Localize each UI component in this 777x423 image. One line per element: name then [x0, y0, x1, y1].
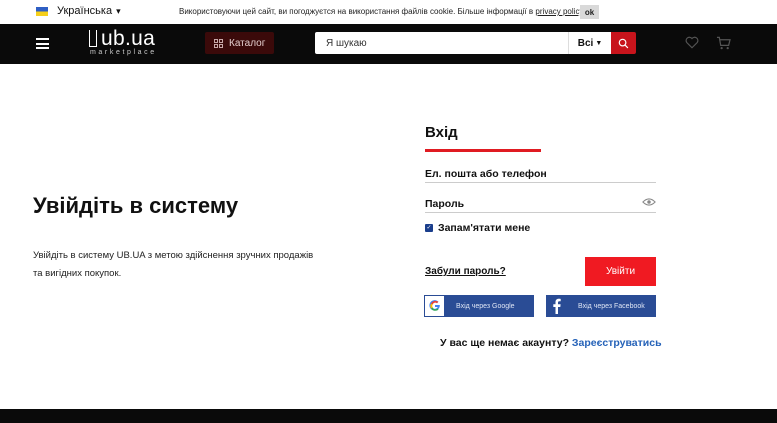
- catalog-label: Каталог: [229, 37, 266, 49]
- site-header: ub.ua marketplace Каталог Всі ▼: [0, 24, 777, 64]
- page-title: Увійдіть в систему: [33, 193, 239, 218]
- forgot-password-link[interactable]: Забули пароль?: [425, 266, 506, 277]
- register-link[interactable]: Зареєструватись: [572, 337, 662, 349]
- google-icon: [424, 295, 445, 317]
- login-button[interactable]: Увійти: [585, 257, 656, 286]
- checkmark-icon: ✓: [425, 224, 433, 232]
- search-input[interactable]: [315, 32, 568, 54]
- privacy-policy-link[interactable]: privacy policy: [535, 7, 582, 16]
- email-field[interactable]: [425, 166, 656, 183]
- remember-me-label: Запам'ятати мене: [438, 222, 531, 234]
- site-footer: [0, 409, 777, 423]
- logo-subtitle: marketplace: [90, 49, 157, 56]
- remember-me-checkbox[interactable]: ✓ Запам'ятати мене: [425, 222, 530, 234]
- facebook-login-button[interactable]: Вхід через Facebook: [546, 295, 656, 317]
- logo-text: ub.ua: [101, 27, 156, 50]
- search-category-label: Всі: [577, 37, 594, 49]
- search-button[interactable]: [611, 32, 636, 54]
- password-field[interactable]: [425, 196, 656, 213]
- google-login-button[interactable]: Вхід через Google: [424, 295, 534, 317]
- language-label: Українська: [57, 5, 113, 17]
- title-underline: [425, 149, 541, 152]
- page-description: Увійдіть в систему UB.UA з метою здійсне…: [33, 250, 314, 279]
- grid-icon: [214, 38, 223, 48]
- search-category-select[interactable]: Всі ▼: [568, 32, 611, 54]
- no-account-text: У вас ще немає акаунту?: [440, 337, 569, 349]
- register-prompt: У вас ще немає акаунту? Зареєструватись: [440, 337, 662, 349]
- ukraine-flag-icon: [36, 6, 48, 16]
- caret-down-icon: ▾: [116, 5, 121, 16]
- cookie-bar: Українська ▾ Використовуючи цей сайт, ви…: [0, 0, 777, 24]
- caret-down-icon: ▼: [595, 39, 603, 47]
- login-title: Вхід: [425, 124, 458, 141]
- search-icon: [618, 38, 629, 48]
- eye-icon[interactable]: [642, 197, 656, 207]
- facebook-login-label: Вхід через Facebook: [578, 302, 645, 310]
- catalog-button[interactable]: Каталог: [205, 32, 274, 54]
- google-login-label: Вхід через Google: [456, 302, 515, 310]
- logo-mark: [89, 30, 97, 47]
- cart-icon[interactable]: [716, 36, 731, 50]
- cookie-text: Використовуючи цей сайт, ви погоджуєтся …: [179, 7, 534, 16]
- facebook-icon: [546, 295, 567, 317]
- menu-icon[interactable]: [36, 38, 49, 49]
- cookie-notice: Використовуючи цей сайт, ви погоджуєтся …: [179, 7, 585, 16]
- language-selector[interactable]: Українська ▾: [36, 5, 121, 17]
- heart-icon[interactable]: [685, 36, 699, 49]
- cookie-ok-button[interactable]: ok: [580, 5, 599, 19]
